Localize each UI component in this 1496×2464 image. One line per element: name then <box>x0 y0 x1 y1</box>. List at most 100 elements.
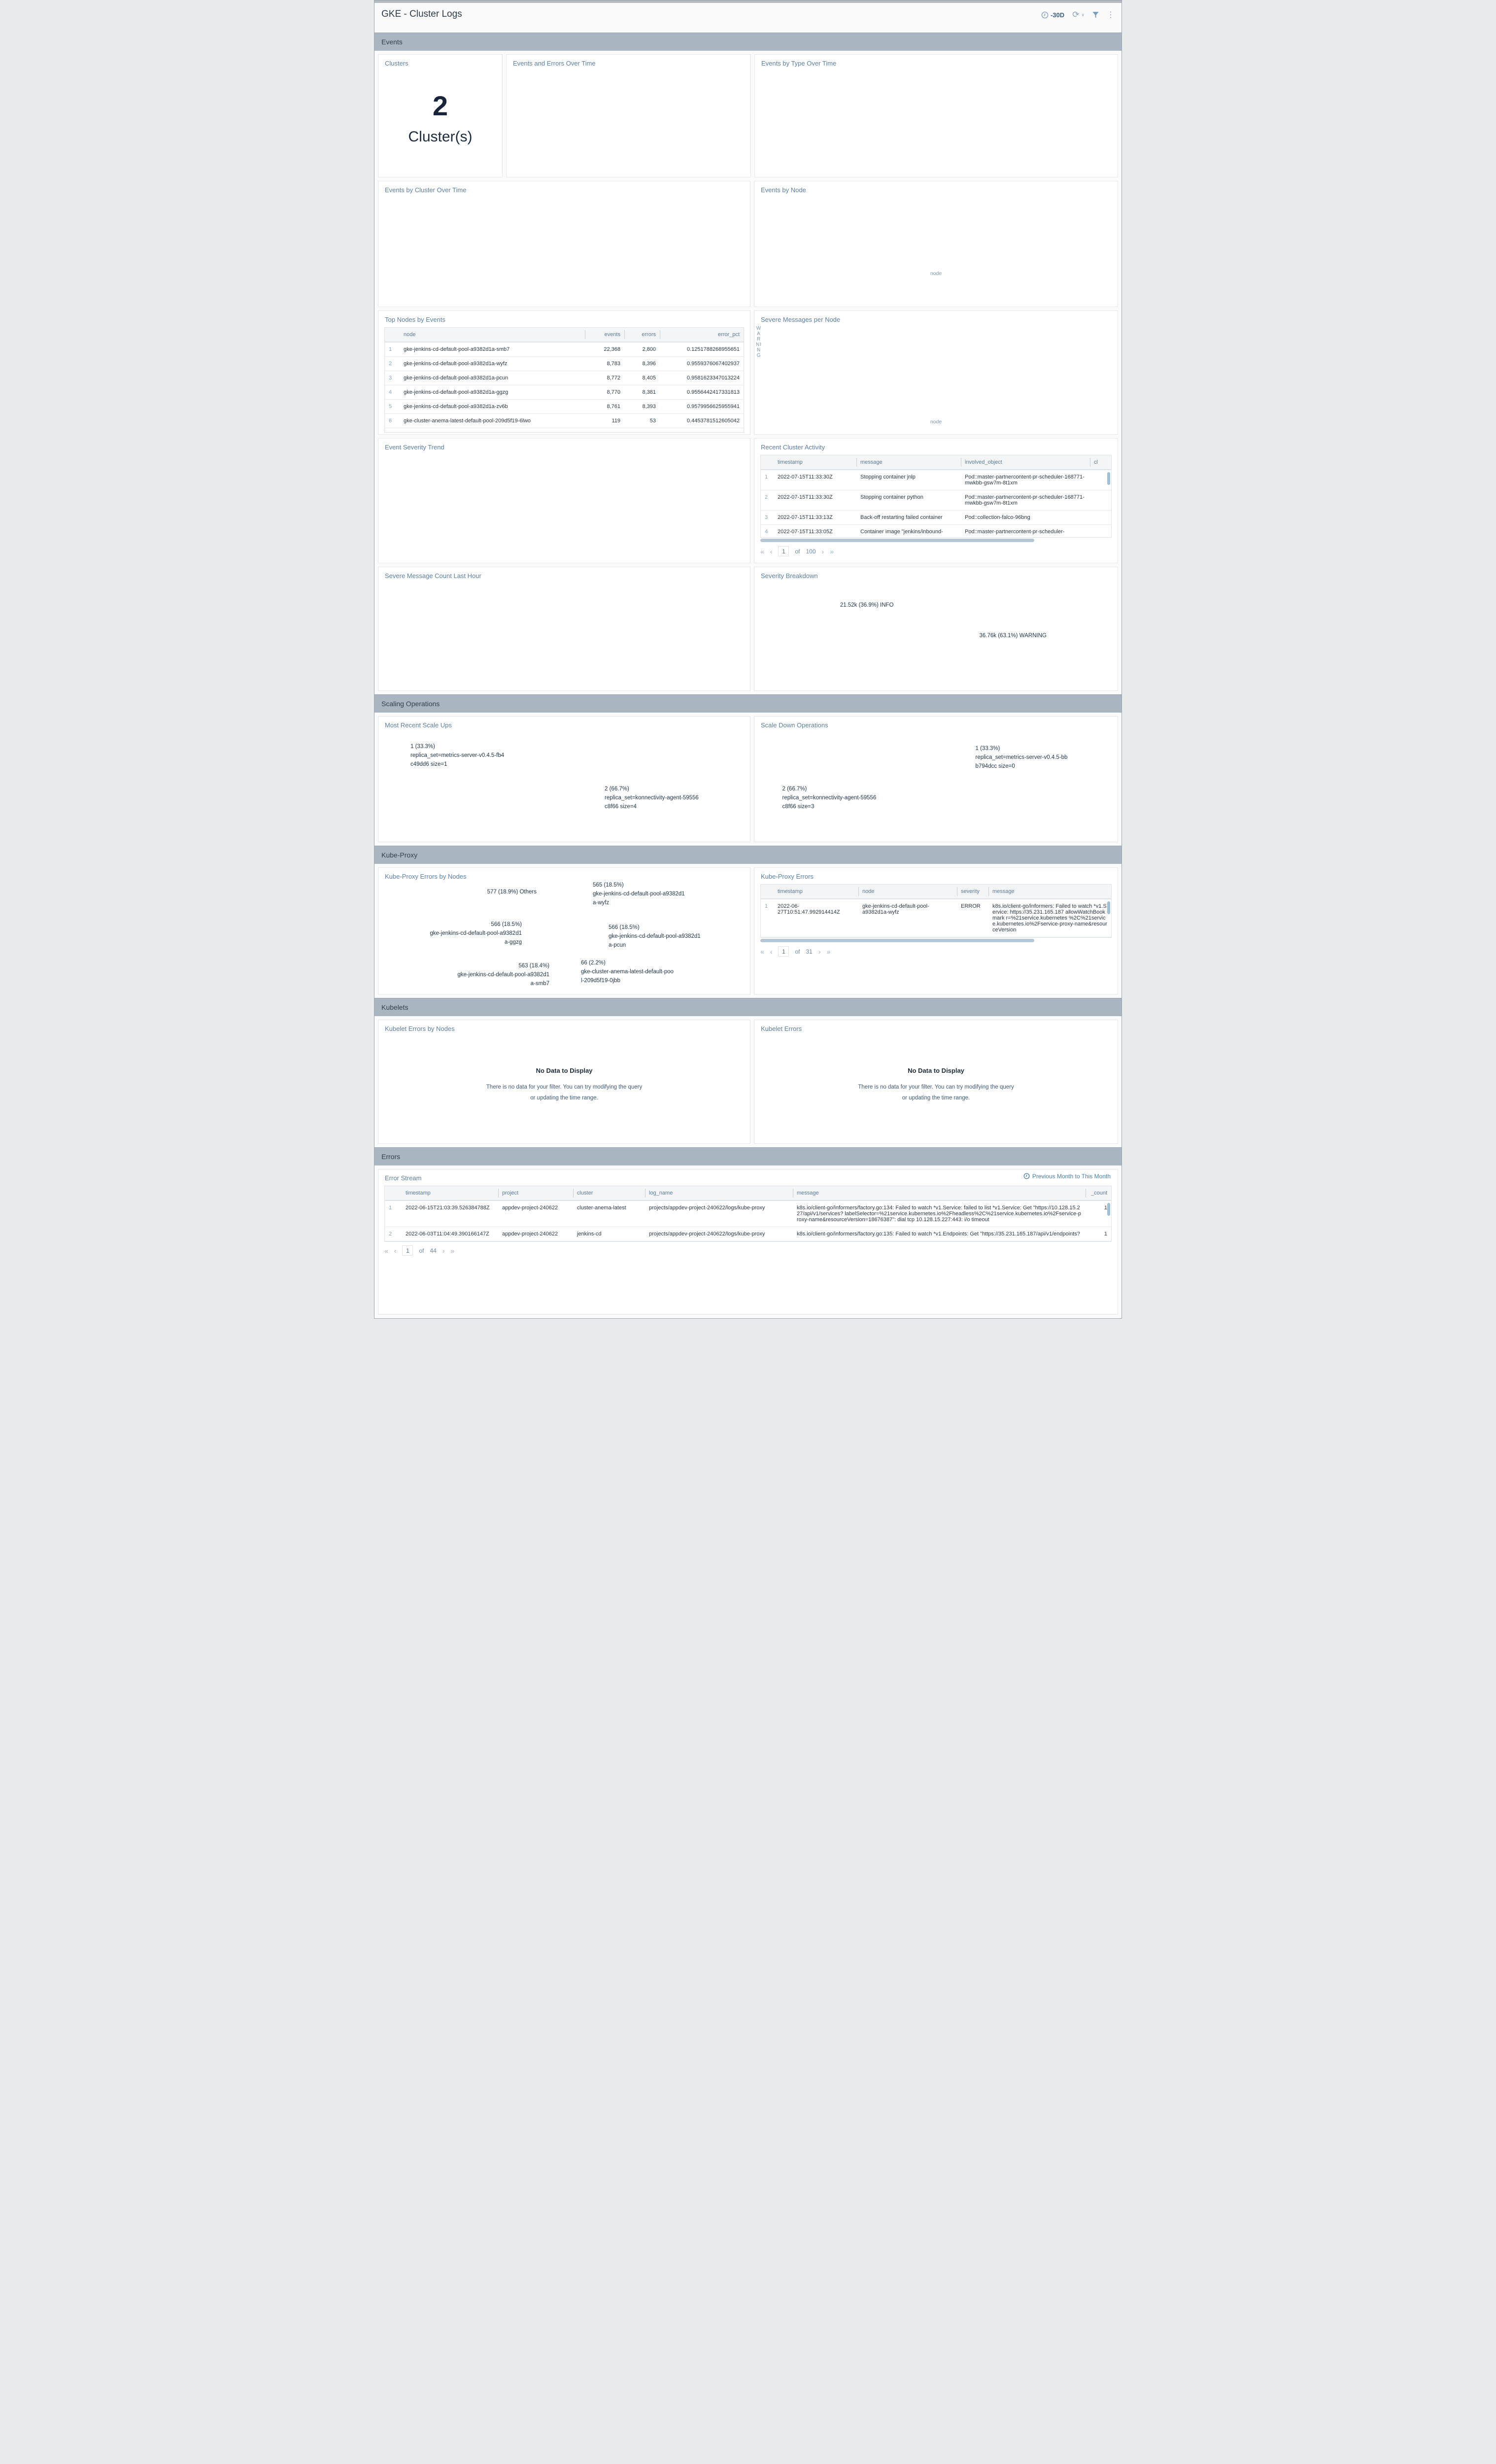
errors-content: Error Stream Previous Month to This Mont… <box>374 1169 1122 1315</box>
events-row-1: Clusters 2 Cluster(s) Events and Errors … <box>378 54 1118 177</box>
vertical-scrollbar[interactable] <box>1107 901 1110 914</box>
panel-error-stream: Error Stream Previous Month to This Mont… <box>378 1169 1118 1315</box>
last-page-button[interactable]: » <box>827 948 831 956</box>
clusters-unit: Cluster(s) <box>408 129 472 145</box>
table-row[interactable]: 2 2022-06-03T11:04:49.390166147Z appdev-… <box>385 1227 1111 1241</box>
horizontal-scrollbar[interactable] <box>760 939 1112 943</box>
chart-legend <box>755 143 1118 149</box>
col-severity[interactable]: severity <box>957 885 988 898</box>
col-timestamp[interactable]: timestamp <box>774 455 856 469</box>
scale-downs-donut: 1 (33.3%) replica_set=metrics-server-v0.… <box>754 730 1118 842</box>
first-page-button[interactable]: « <box>760 948 764 956</box>
current-page[interactable]: 1 <box>778 546 789 556</box>
filter-control[interactable] <box>1092 12 1099 18</box>
chevron-down-icon: ∨ <box>1081 12 1085 18</box>
events-by-type-chart[interactable] <box>755 68 1118 143</box>
events-errors-chart[interactable] <box>507 68 750 143</box>
panel-title: Error Stream <box>378 1169 428 1183</box>
vertical-scrollbar[interactable] <box>1107 472 1110 485</box>
events-by-node-chart[interactable] <box>754 195 1118 223</box>
prev-page-button[interactable]: ‹ <box>770 948 773 956</box>
col-message[interactable]: message <box>988 885 1111 898</box>
table-row[interactable]: 7gke-cluster-anema-latest-default-pool-2… <box>385 428 744 433</box>
section-kubelets: Kubelets <box>374 998 1122 1016</box>
panel-title: Events and Errors Over Time <box>507 55 750 68</box>
table-row[interactable]: 22022-07-15T11:33:30ZStopping container … <box>761 490 1111 511</box>
last-page-button[interactable]: » <box>451 1247 455 1255</box>
next-page-button[interactable]: › <box>822 548 824 555</box>
first-page-button[interactable]: « <box>760 548 764 555</box>
table-row[interactable]: 6gke-cluster-anema-latest-default-pool-2… <box>385 414 744 428</box>
pagination: « ‹ 1 of 44 › » <box>378 1242 1118 1260</box>
clock-icon <box>1041 11 1049 19</box>
events-by-cluster-chart[interactable] <box>378 195 750 286</box>
clock-icon <box>1023 1173 1030 1179</box>
panel-severity-breakdown: Severity Breakdown 21.52k (36.9%) INFO 3… <box>754 567 1118 691</box>
current-page[interactable]: 1 <box>402 1245 413 1256</box>
chart-legend <box>378 540 750 546</box>
table-header: timestamp project cluster log_name messa… <box>385 1186 1111 1201</box>
severity-breakdown-donut: 21.52k (36.9%) INFO 36.76k (63.1%) WARNI… <box>754 581 1118 684</box>
table-row[interactable]: 32022-07-15T11:33:13ZBack-off restarting… <box>761 511 1111 525</box>
section-events: Events <box>374 33 1122 51</box>
table-row[interactable]: 5gke-jenkins-cd-default-pool-a9382d1a-zv… <box>385 400 744 414</box>
col-message[interactable]: message <box>856 455 961 469</box>
next-page-button[interactable]: › <box>818 948 821 956</box>
vertical-scrollbar[interactable] <box>1107 1203 1110 1216</box>
x-axis-title: node <box>754 419 1118 425</box>
col-cluster[interactable]: cl <box>1090 455 1111 469</box>
table-row[interactable]: 1 2022-06-15T21:03:39.526384788Z appdev-… <box>385 1201 1111 1227</box>
dashboard-page: GKE - Cluster Logs -30D ⟳ ∨ ⋮ Events Clu… <box>374 0 1122 1319</box>
table-row[interactable]: 1gke-jenkins-cd-default-pool-a9382d1a-sm… <box>385 342 744 357</box>
kebab-menu-icon: ⋮ <box>1107 10 1115 20</box>
col-timestamp[interactable]: timestamp <box>402 1186 498 1200</box>
table-row[interactable]: 42022-07-15T11:33:05ZContainer image "je… <box>761 525 1111 538</box>
col-errors[interactable]: errors <box>624 328 660 342</box>
current-page[interactable]: 1 <box>778 946 789 957</box>
panel-top-nodes: Top Nodes by Events node events errors e… <box>378 310 750 435</box>
col-message[interactable]: message <box>793 1186 1086 1200</box>
col-count[interactable]: _count <box>1086 1186 1111 1200</box>
severe-count-chart[interactable] <box>378 581 750 668</box>
more-menu[interactable]: ⋮ <box>1107 10 1115 20</box>
chart-legend <box>507 143 750 149</box>
col-log-name[interactable]: log_name <box>645 1186 793 1200</box>
no-data-message: No Data to Display There is no data for … <box>754 1033 1118 1137</box>
panel-kp-errors: Kube-Proxy Errors timestamp node severit… <box>754 867 1118 994</box>
donut-label-metrics-server: 1 (33.3%) replica_set=metrics-server-v0.… <box>976 745 1094 771</box>
severe-per-node-chart[interactable] <box>762 324 1118 377</box>
chart-legend <box>754 276 1118 283</box>
col-node[interactable]: node <box>858 885 957 898</box>
panel-recent-activity: Recent Cluster Activity timestamp messag… <box>754 438 1118 563</box>
prev-page-button[interactable]: ‹ <box>770 548 773 555</box>
col-cluster[interactable]: cluster <box>573 1186 645 1200</box>
col-events[interactable]: events <box>585 328 624 342</box>
next-page-button[interactable]: › <box>442 1247 445 1255</box>
section-scaling: Scaling Operations <box>374 694 1122 713</box>
panel-events-errors-over-time: Events and Errors Over Time <box>506 54 751 177</box>
table-row[interactable]: 3gke-jenkins-cd-default-pool-a9382d1a-pc… <box>385 371 744 385</box>
table-row[interactable]: 2gke-jenkins-cd-default-pool-a9382d1a-wy… <box>385 357 744 371</box>
col-node[interactable]: node <box>400 328 585 342</box>
col-timestamp[interactable]: timestamp <box>774 885 858 898</box>
horizontal-scrollbar[interactable] <box>760 539 1112 543</box>
table-row[interactable]: 4gke-jenkins-cd-default-pool-a9382d1a-gg… <box>385 385 744 400</box>
severity-trend-chart[interactable] <box>378 452 750 540</box>
time-range-control[interactable]: -30D <box>1041 11 1064 19</box>
refresh-control[interactable]: ⟳ ∨ <box>1072 10 1085 20</box>
panel-events-by-cluster: Events by Cluster Over Time <box>378 181 750 307</box>
col-involved-object[interactable]: involved_object <box>961 455 1090 469</box>
time-compare-link[interactable]: Previous Month to This Month <box>1023 1173 1111 1180</box>
col-error-pct[interactable]: error_pct <box>660 328 744 342</box>
last-page-button[interactable]: » <box>830 548 834 555</box>
prev-page-button[interactable]: ‹ <box>394 1247 397 1255</box>
donut-label-wyfz: 565 (18.5%) gke-jenkins-cd-default-pool-… <box>593 881 716 907</box>
table-row[interactable]: 1 2022-06-27T10:51:47.992914414Z gke-jen… <box>761 899 1111 937</box>
col-project[interactable]: project <box>498 1186 573 1200</box>
panel-kubelet-errors: Kubelet Errors No Data to Display There … <box>754 1020 1118 1144</box>
first-page-button[interactable]: « <box>384 1247 388 1255</box>
table-row[interactable]: 12022-07-15T11:33:30ZStopping container … <box>761 470 1111 490</box>
donut-label-warning: 36.76k (63.1%) WARNING <box>980 632 1047 641</box>
pagination: « ‹ 1 of 100 › » <box>754 543 1118 561</box>
kp-by-nodes-donut: 565 (18.5%) gke-jenkins-cd-default-pool-… <box>378 881 750 994</box>
